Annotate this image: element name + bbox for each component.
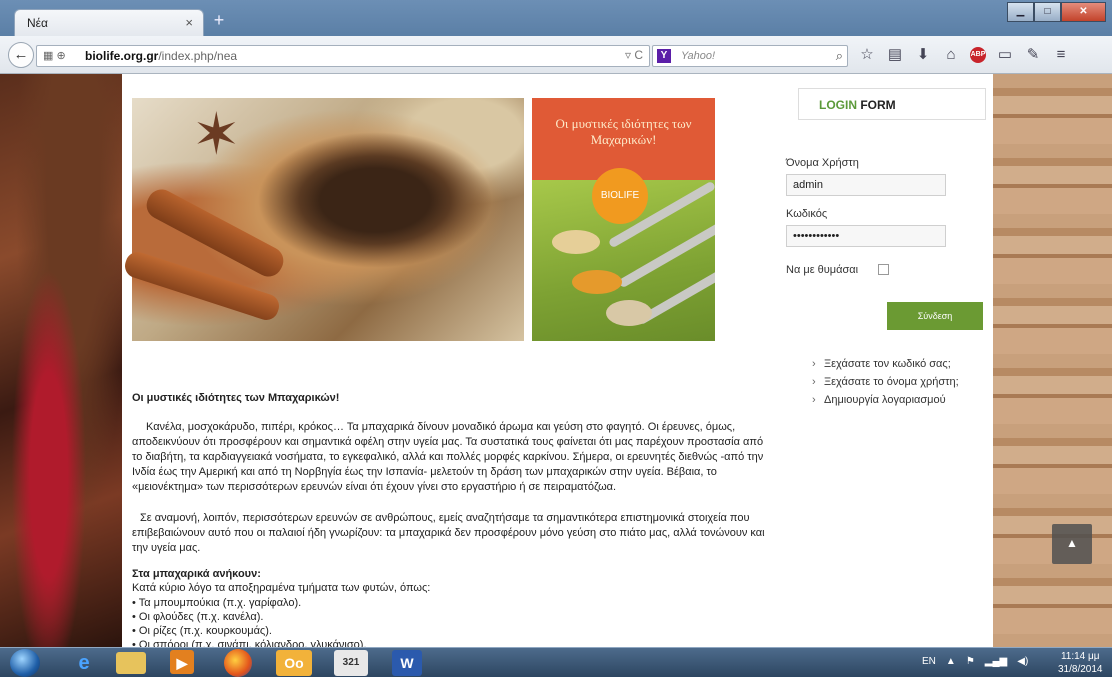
yahoo-logo-icon[interactable]: Y [657, 49, 671, 63]
bookmark-star-icon[interactable]: ☆ [858, 46, 876, 64]
tab-close-icon[interactable]: × [185, 15, 193, 30]
volume-icon[interactable]: ◀) [1017, 656, 1028, 667]
login-links: Ξεχάσατε τον κωδικό σας; Ξεχάσατε το όνο… [812, 355, 959, 409]
search-bar[interactable]: Y Yahoo! ⌕ [652, 45, 848, 67]
main-content: ✶ Οι μυστικές ιδιότητες των Μαχαρικών! B… [121, 74, 993, 647]
browser-navbar: ← ▦ ⊕ biolife.org.gr/index.php/nea ▿ C Y… [0, 36, 1112, 74]
window-icon[interactable]: ▭ [996, 46, 1014, 64]
remember-me-checkbox[interactable] [878, 264, 889, 275]
system-tray: EN ▲ ⚑ ▂▄▆ ◀) [922, 656, 1028, 667]
article-paragraph: Σε αναμονή, λοιπόν, περισσότερων ερευνών… [132, 512, 765, 554]
address-bar[interactable]: ▦ ⊕ biolife.org.gr/index.php/nea ▿ C [36, 45, 650, 67]
media-player-icon[interactable]: ▶ [170, 650, 194, 674]
list-item: • Οι σπόροι (π.χ. σινάπι, κόλιανδρο, γλυ… [132, 639, 367, 647]
calendar-app-icon[interactable]: 321 [334, 650, 368, 676]
password-label: Κωδικός [786, 208, 828, 220]
article-subheading: Στα μπαχαρικά ανήκουν: [132, 568, 261, 580]
login-heading: LOGIN FORM [819, 98, 896, 112]
network-icon[interactable]: ▂▄▆ [985, 656, 1007, 667]
url-text: biolife.org.gr/index.php/nea [85, 49, 238, 63]
list-item: • Οι ρίζες (π.χ. κουρκουμάς). [132, 625, 272, 637]
search-magnifier-icon[interactable]: ⌕ [836, 48, 843, 64]
addon-icon[interactable]: ✎ [1024, 46, 1042, 64]
article-title: Οι μυστικές ιδιότητες των Μπαχαρικών! [132, 392, 340, 404]
windows-taskbar: e ▶ Oo 321 W EN ▲ ⚑ ▂▄▆ ◀) 11:14 μμ 31/8… [0, 647, 1112, 677]
bookmarks-list-icon[interactable]: ▤ [886, 46, 904, 64]
star-anise-icon: ✶ [192, 102, 241, 167]
spice-powder [572, 270, 622, 294]
adblock-icon[interactable]: ABP [970, 47, 986, 63]
tab-title: Νέα [27, 16, 48, 30]
web-page: ✶ Οι μυστικές ιδιότητες των Μαχαρικών! B… [0, 74, 1112, 647]
scroll-to-top-icon[interactable]: ▲ [1052, 524, 1092, 564]
site-identity-icon[interactable]: ▦ ⊕ [43, 49, 66, 62]
window-controls: ▁ □ ✕ [1007, 2, 1106, 22]
search-placeholder: Yahoo! [681, 50, 716, 62]
promo-image[interactable]: Οι μυστικές ιδιότητες των Μαχαρικών! BIO… [532, 98, 715, 341]
forgot-password-link[interactable]: Ξεχάσατε τον κωδικό σας; [812, 355, 959, 373]
spice-powder [552, 230, 600, 254]
file-explorer-icon[interactable] [116, 652, 146, 674]
menu-icon[interactable]: ≡ [1052, 46, 1070, 64]
username-label: Όνομα Χρήστη [786, 157, 859, 169]
firefox-icon[interactable] [224, 649, 252, 677]
system-clock[interactable]: 11:14 μμ 31/8/2014 [1058, 650, 1103, 676]
password-field[interactable]: •••••••••••• [786, 225, 946, 247]
tray-expand-icon[interactable]: ▲ [946, 656, 956, 667]
internet-explorer-icon[interactable]: e [62, 650, 106, 676]
back-arrow-icon[interactable]: ← [8, 42, 34, 68]
mail-app-icon[interactable]: Oo [276, 650, 312, 676]
language-indicator[interactable]: EN [922, 656, 936, 667]
list-item: • Οι φλούδες (π.χ. κανέλα). [132, 611, 264, 623]
browser-titlebar: Νέα × + ▁ □ ✕ [0, 0, 1112, 36]
clock-time: 11:14 μμ [1060, 651, 1100, 662]
promo-title: Οι μυστικές ιδιότητες των Μαχαρικών! [555, 116, 692, 147]
article-paragraph: Κανέλα, μοσχοκάρυδο, πιπέρι, κρόκος… Τα … [132, 421, 764, 493]
reload-icon[interactable]: ▿ C [625, 48, 643, 62]
spice-powder [606, 300, 652, 326]
spice-list: • Τα μπουμπούκια (π.χ. γαρίφαλο). • Οι φ… [132, 596, 367, 647]
maximize-icon[interactable]: □ [1034, 2, 1061, 22]
create-account-link[interactable]: Δημιουργία λογαριασμού [812, 391, 959, 409]
spices-banner-image: ✶ [121, 98, 524, 341]
browser-tab[interactable]: Νέα × [14, 9, 204, 36]
home-icon[interactable]: ⌂ [942, 46, 960, 64]
start-button-icon[interactable] [10, 649, 40, 677]
username-field[interactable]: admin [786, 174, 946, 196]
word-icon[interactable]: W [392, 650, 422, 676]
list-item: • Τα μπουμπούκια (π.χ. γαρίφαλο). [132, 597, 302, 609]
login-button[interactable]: Σύνδεση [887, 302, 983, 330]
toolbar-icons: ☆ ▤ ⬇ ⌂ ABP ▭ ✎ ≡ [858, 46, 1070, 64]
article-intro: Κατά κύριο λόγο τα αποξηραμένα τμήματα τ… [132, 582, 431, 594]
biolife-badge: BIOLIFE [592, 168, 648, 224]
close-window-icon[interactable]: ✕ [1061, 2, 1106, 22]
background-spices-left [0, 74, 122, 647]
minimize-icon[interactable]: ▁ [1007, 2, 1034, 22]
new-tab-button[interactable]: + [210, 11, 228, 30]
download-icon[interactable]: ⬇ [914, 46, 932, 64]
flag-icon[interactable]: ⚑ [966, 656, 975, 667]
forgot-username-link[interactable]: Ξεχάσατε το όνομα χρήστη; [812, 373, 959, 391]
remember-me-label: Να με θυμάσαι [786, 264, 859, 276]
clock-date: 31/8/2014 [1058, 664, 1103, 675]
login-form-header: LOGIN FORM [798, 88, 986, 120]
